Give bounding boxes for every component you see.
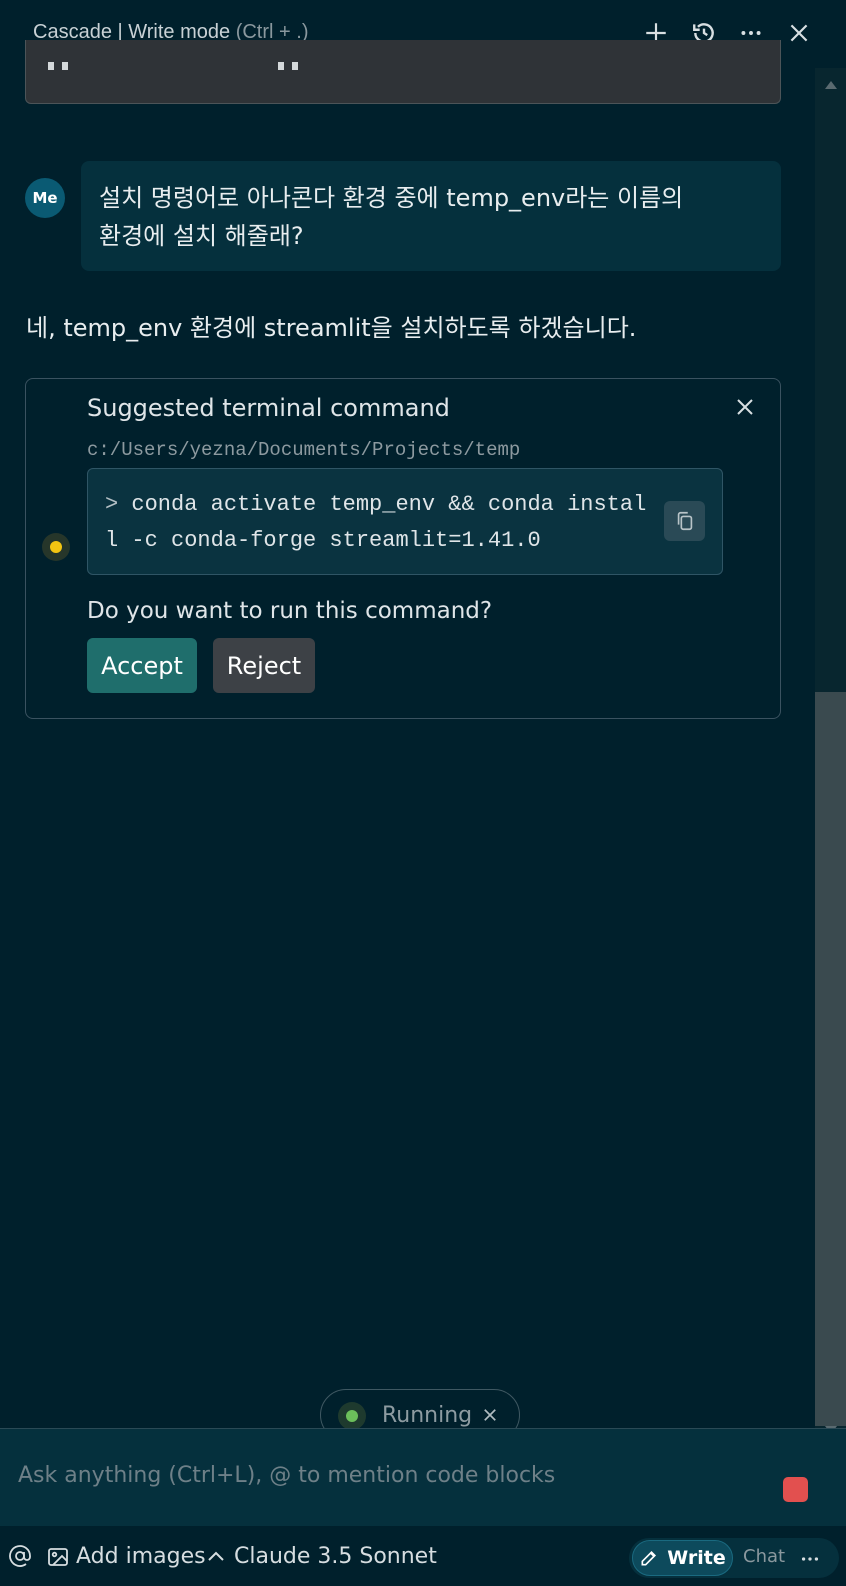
running-indicator [338,1402,366,1430]
chat-input[interactable] [18,1453,758,1497]
model-label: Claude 3.5 Sonnet [234,1544,437,1569]
scroll-up-arrow-icon[interactable] [824,80,838,90]
write-label: Write [667,1547,726,1569]
code-fragment [48,62,54,70]
dismiss-close-icon[interactable] [733,395,757,419]
chevron-up-icon [208,1551,224,1561]
scrollbar-thumb[interactable] [815,692,846,1426]
reject-button[interactable]: Reject [213,638,315,693]
assistant-message: 네, temp_env 환경에 streamlit을 설치하도록 하겠습니다. [26,314,637,342]
prompt-symbol: > [105,492,119,517]
copy-icon [677,511,692,531]
code-fragment [62,62,68,70]
user-message: 설치 명령어로 아나콘다 환경 중에 temp_env라는 이름의 환경에 설치… [81,161,781,271]
command-text: conda activate temp_env && conda install… [105,492,647,553]
footer-more-icon[interactable] [798,1548,822,1570]
close-icon[interactable] [784,18,814,48]
stop-button[interactable] [783,1477,808,1502]
chat-mode-button[interactable]: Chat [743,1546,785,1567]
card-title: Suggested terminal command [87,394,450,422]
previous-code-block [25,40,781,104]
add-images-button[interactable]: Add images [46,1544,206,1569]
write-mode-button[interactable]: Write [632,1540,733,1576]
pending-dot-icon [50,541,62,553]
mention-button[interactable] [8,1544,38,1568]
model-selector[interactable]: Claude 3.5 Sonnet [204,1544,437,1569]
user-message-line: 설치 명령어로 아나콘다 환경 중에 temp_env라는 이름의 [99,184,684,212]
edit-icon [641,1550,657,1566]
image-icon [48,1547,68,1566]
code-fragment [292,62,298,70]
code-fragment [278,62,284,70]
add-images-label: Add images [76,1544,206,1569]
working-directory: c:/Users/yezna/Documents/Projects/temp [87,439,521,461]
cancel-run-close-icon[interactable] [481,1406,499,1424]
user-message-line: 환경에 설치 해줄래? [99,222,304,250]
chat-input-area [0,1428,846,1526]
pending-status-indicator [42,533,70,561]
run-confirmation-question: Do you want to run this command? [87,598,493,624]
running-dot-icon [346,1410,358,1422]
running-label: Running [382,1403,473,1428]
copy-button[interactable] [664,501,705,541]
accept-button[interactable]: Accept [87,638,197,693]
at-sign-icon [9,1545,31,1567]
command-code-block: > conda activate temp_env && conda insta… [87,468,723,575]
avatar: Me [25,178,65,218]
